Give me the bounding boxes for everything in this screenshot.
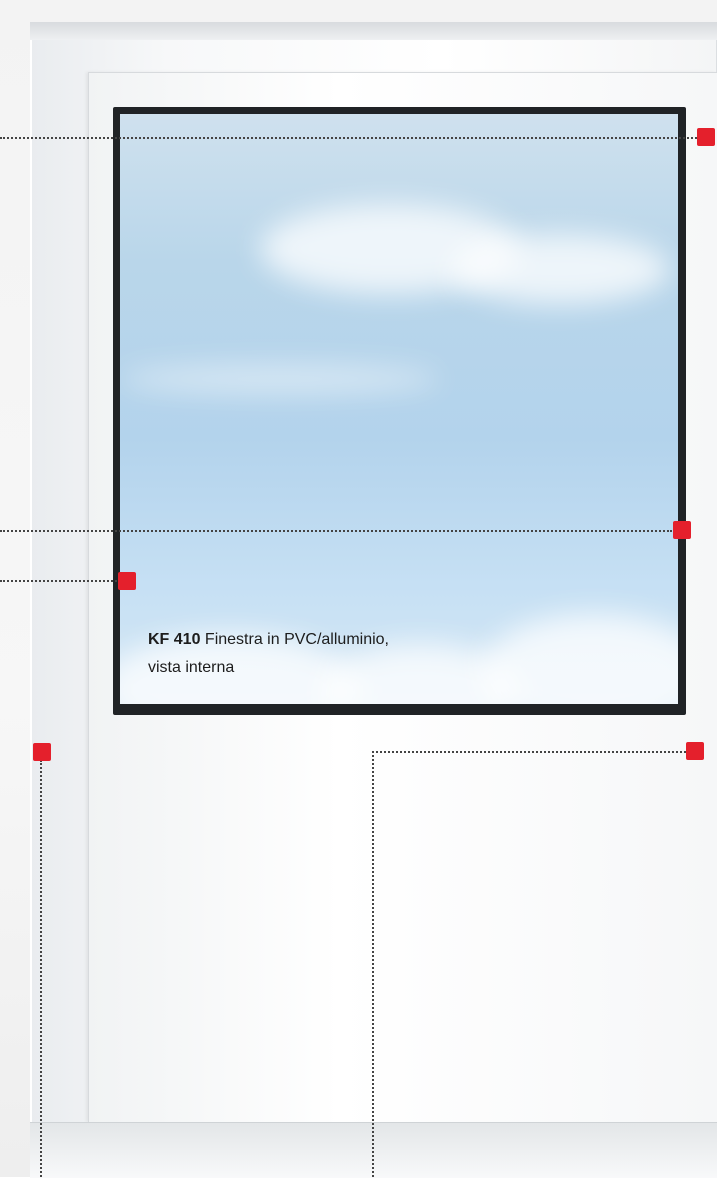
top-right-marker [697,128,715,146]
caption-line2: vista interna [148,659,235,676]
callout-line-sill [372,751,690,753]
callout-line-top [0,137,697,139]
sill-right-marker [686,742,704,760]
caption-line1: Finestra in PVC/alluminio, [204,631,389,648]
callout-line-middle [0,530,672,532]
cloud [450,234,670,304]
product-model: KF 410 [148,631,201,648]
outer-frame-top-edge [30,22,717,40]
frame-corner-marker [33,743,51,761]
window-illustration: KF 410 Finestra in PVC/alluminio, vista … [0,0,717,1178]
product-caption: KF 410 Finestra in PVC/alluminio, vista … [148,626,548,682]
glass-corner-marker [118,572,136,590]
callout-line-glass-corner [0,580,120,582]
callout-line-corner-vertical [40,760,42,1177]
callout-line-sill-vertical [372,751,374,1177]
cloud [120,364,440,394]
window-glass [120,114,678,704]
middle-right-marker [673,521,691,539]
